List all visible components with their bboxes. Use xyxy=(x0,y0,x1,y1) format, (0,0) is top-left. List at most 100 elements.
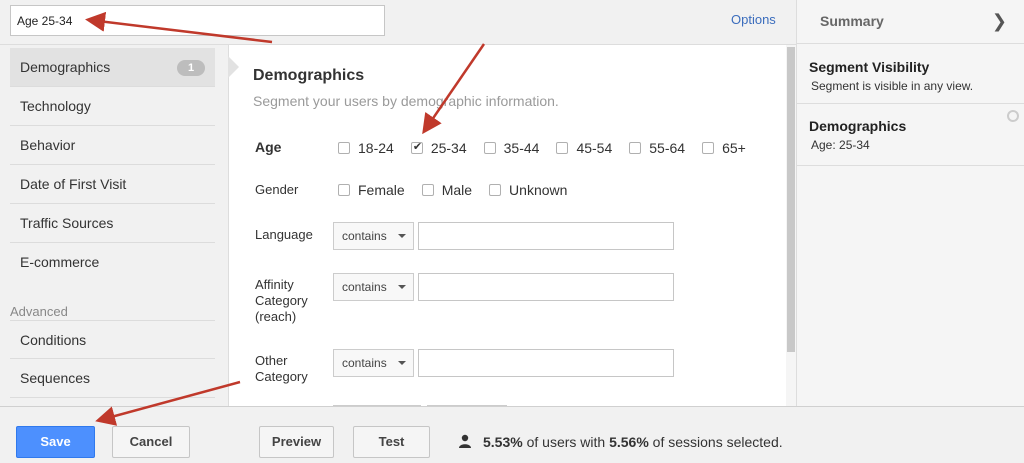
panel-subtitle: Segment your users by demographic inform… xyxy=(253,93,559,109)
chevron-down-icon xyxy=(398,361,406,365)
nav-item-traffic-sources[interactable]: Traffic Sources xyxy=(10,204,215,243)
options-link[interactable]: Options xyxy=(731,12,776,27)
affinity-operator-dropdown[interactable]: contains xyxy=(333,273,414,301)
checkbox-box[interactable] xyxy=(338,142,350,154)
settings-icon[interactable] xyxy=(1007,110,1019,122)
checkbox-box[interactable] xyxy=(483,142,496,154)
age-35-44-checkbox[interactable]: 35-44 xyxy=(483,140,540,156)
age-25-34-checkbox[interactable]: 25-34 xyxy=(410,140,467,156)
checkbox-box[interactable] xyxy=(629,142,642,154)
nav-item-label: E-commerce xyxy=(20,254,100,270)
nav-item-conditions[interactable]: Conditions xyxy=(10,320,215,359)
age-options: 18-24 25-34 35-44 45-54 55-64 65+ xyxy=(338,140,763,156)
top-bar: Options xyxy=(0,0,796,44)
age-45-54-checkbox[interactable]: 45-54 xyxy=(556,140,612,156)
affinity-category-label: Affinity Category (reach) xyxy=(255,277,308,325)
checkbox-label: 65+ xyxy=(722,140,746,156)
summary-header: Summary ❯ xyxy=(797,0,1024,44)
checkbox-box[interactable] xyxy=(421,184,434,196)
summary-demographics: Demographics Age: 25-34 xyxy=(797,104,1024,166)
chevron-down-icon xyxy=(398,285,406,289)
summary-section-text: Segment is visible in any view. xyxy=(811,79,974,93)
gender-female-checkbox[interactable]: Female xyxy=(338,182,405,198)
nav-advanced-heading: Advanced xyxy=(10,304,68,319)
test-button[interactable]: Test xyxy=(353,426,430,458)
footer-bar: Save Cancel Preview Test 5.53% of users … xyxy=(0,406,1024,463)
nav-item-ecommerce[interactable]: E-commerce xyxy=(10,243,215,282)
label-line: Other xyxy=(255,353,288,368)
nav-item-label: Technology xyxy=(20,98,91,114)
gender-label: Gender xyxy=(255,182,299,197)
age-label: Age xyxy=(255,139,282,155)
checkbox-label: 18-24 xyxy=(358,140,394,156)
summary-segment-visibility: Segment Visibility Segment is visible in… xyxy=(797,44,1024,104)
gender-male-checkbox[interactable]: Male xyxy=(421,182,473,198)
checkbox-label: 35-44 xyxy=(503,140,540,156)
panel-title: Demographics xyxy=(253,67,365,84)
nav-item-label: Traffic Sources xyxy=(20,215,114,231)
summary-section-title: Segment Visibility xyxy=(809,59,930,75)
checkbox-label: Male xyxy=(441,182,473,198)
checkbox-label: Female xyxy=(358,182,405,198)
nav-item-date-of-first-visit[interactable]: Date of First Visit xyxy=(10,165,215,204)
age-65-plus-checkbox[interactable]: 65+ xyxy=(702,140,746,156)
dropdown-value: contains xyxy=(342,229,387,243)
checkbox-label: 25-34 xyxy=(430,140,467,156)
checkbox-label: Unknown xyxy=(509,182,568,198)
age-55-64-checkbox[interactable]: 55-64 xyxy=(629,140,685,156)
nav-item-label: Demographics xyxy=(20,59,111,75)
gender-unknown-checkbox[interactable]: Unknown xyxy=(489,182,567,198)
other-category-label: Other Category xyxy=(255,353,308,385)
other-value-input[interactable] xyxy=(418,349,674,377)
scrollbar-thumb[interactable] xyxy=(787,47,795,352)
user-icon xyxy=(459,434,471,448)
nav-item-label: Conditions xyxy=(20,332,87,348)
summary-section-text: Age: 25-34 xyxy=(811,138,870,152)
segment-category-nav: Demographics 1 Technology Behavior Date … xyxy=(0,44,228,406)
checkbox-box[interactable] xyxy=(556,142,569,154)
sessions-percentage: 5.56% xyxy=(609,434,649,450)
nav-item-label: Date of First Visit xyxy=(20,176,127,192)
preview-button[interactable]: Preview xyxy=(259,426,334,458)
checkbox-box[interactable] xyxy=(338,184,350,196)
summary-title: Summary xyxy=(820,13,884,29)
nav-item-label: Behavior xyxy=(20,137,76,153)
label-line: Category xyxy=(255,369,308,384)
checkbox-box[interactable] xyxy=(702,142,715,154)
save-button[interactable]: Save xyxy=(16,426,95,458)
gender-options: Female Male Unknown xyxy=(338,182,584,198)
language-value-input[interactable] xyxy=(418,222,674,250)
summary-section-title: Demographics xyxy=(809,118,907,134)
users-percentage: 5.53% xyxy=(483,434,523,450)
language-operator-dropdown[interactable]: contains xyxy=(333,222,414,250)
nav-item-sequences[interactable]: Sequences xyxy=(10,359,215,398)
segment-stats: 5.53% of users with 5.56% of sessions se… xyxy=(483,434,783,450)
language-label: Language xyxy=(255,227,313,242)
demographics-panel: Demographics Segment your users by demog… xyxy=(228,44,796,406)
nav-item-demographics[interactable]: Demographics 1 xyxy=(10,48,215,87)
active-nav-pointer xyxy=(228,56,239,78)
age-18-24-checkbox[interactable]: 18-24 xyxy=(338,140,394,156)
nav-item-behavior[interactable]: Behavior xyxy=(10,126,215,165)
summary-panel: Summary ❯ Segment Visibility Segment is … xyxy=(796,0,1024,406)
label-line: Affinity xyxy=(255,277,294,292)
label-line: Category xyxy=(255,293,308,308)
chevron-right-icon[interactable]: ❯ xyxy=(992,11,1007,32)
dropdown-value: contains xyxy=(342,280,387,294)
chevron-down-icon xyxy=(398,234,406,238)
checkbox-box[interactable] xyxy=(489,184,502,196)
cancel-button[interactable]: Cancel xyxy=(112,426,190,458)
nav-item-technology[interactable]: Technology xyxy=(10,87,215,126)
affinity-value-input[interactable] xyxy=(418,273,674,301)
stats-text: of users with xyxy=(522,434,610,450)
panel-scrollbar[interactable] xyxy=(786,45,796,406)
stats-text: of sessions selected. xyxy=(648,434,783,450)
checkbox-label: 55-64 xyxy=(649,140,686,156)
other-operator-dropdown[interactable]: contains xyxy=(333,349,414,377)
nav-item-label: Sequences xyxy=(20,370,91,386)
dropdown-value: contains xyxy=(342,356,387,370)
label-line: (reach) xyxy=(255,309,297,324)
checkbox-box-checked[interactable] xyxy=(410,140,423,154)
segment-name-input[interactable] xyxy=(10,5,385,36)
nav-count-badge: 1 xyxy=(177,60,205,76)
